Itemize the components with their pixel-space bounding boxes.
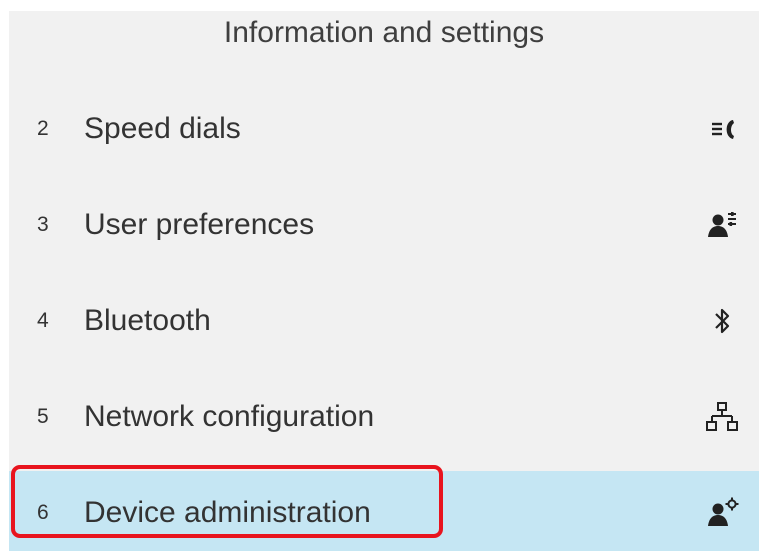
menu-item-label: Speed dials xyxy=(84,112,241,145)
menu-item-label: Network configuration xyxy=(84,400,375,433)
menu-item-number: 3 xyxy=(37,213,49,236)
user-preferences-icon xyxy=(704,207,740,243)
screen-title: Information and settings xyxy=(223,16,545,49)
network-icon xyxy=(704,399,740,435)
menu-item-number: 2 xyxy=(37,117,49,140)
device-admin-icon xyxy=(704,495,740,531)
menu-item-bluetooth[interactable]: 4 Bluetooth xyxy=(9,279,759,363)
selection-highlight-outline xyxy=(11,465,443,538)
menu-item-network-configuration[interactable]: 5 Network configuration xyxy=(9,375,759,459)
menu-item-label: User preferences xyxy=(84,208,315,241)
menu-item-user-preferences[interactable]: 3 User preferences xyxy=(9,183,759,267)
menu-item-number: 5 xyxy=(37,405,49,428)
menu-item-speed-dials[interactable]: 2 Speed dials xyxy=(9,87,759,171)
speed-dial-icon xyxy=(704,111,740,147)
bluetooth-icon xyxy=(704,303,740,339)
menu-item-number: 4 xyxy=(37,309,49,332)
menu-item-label: Bluetooth xyxy=(84,304,211,337)
